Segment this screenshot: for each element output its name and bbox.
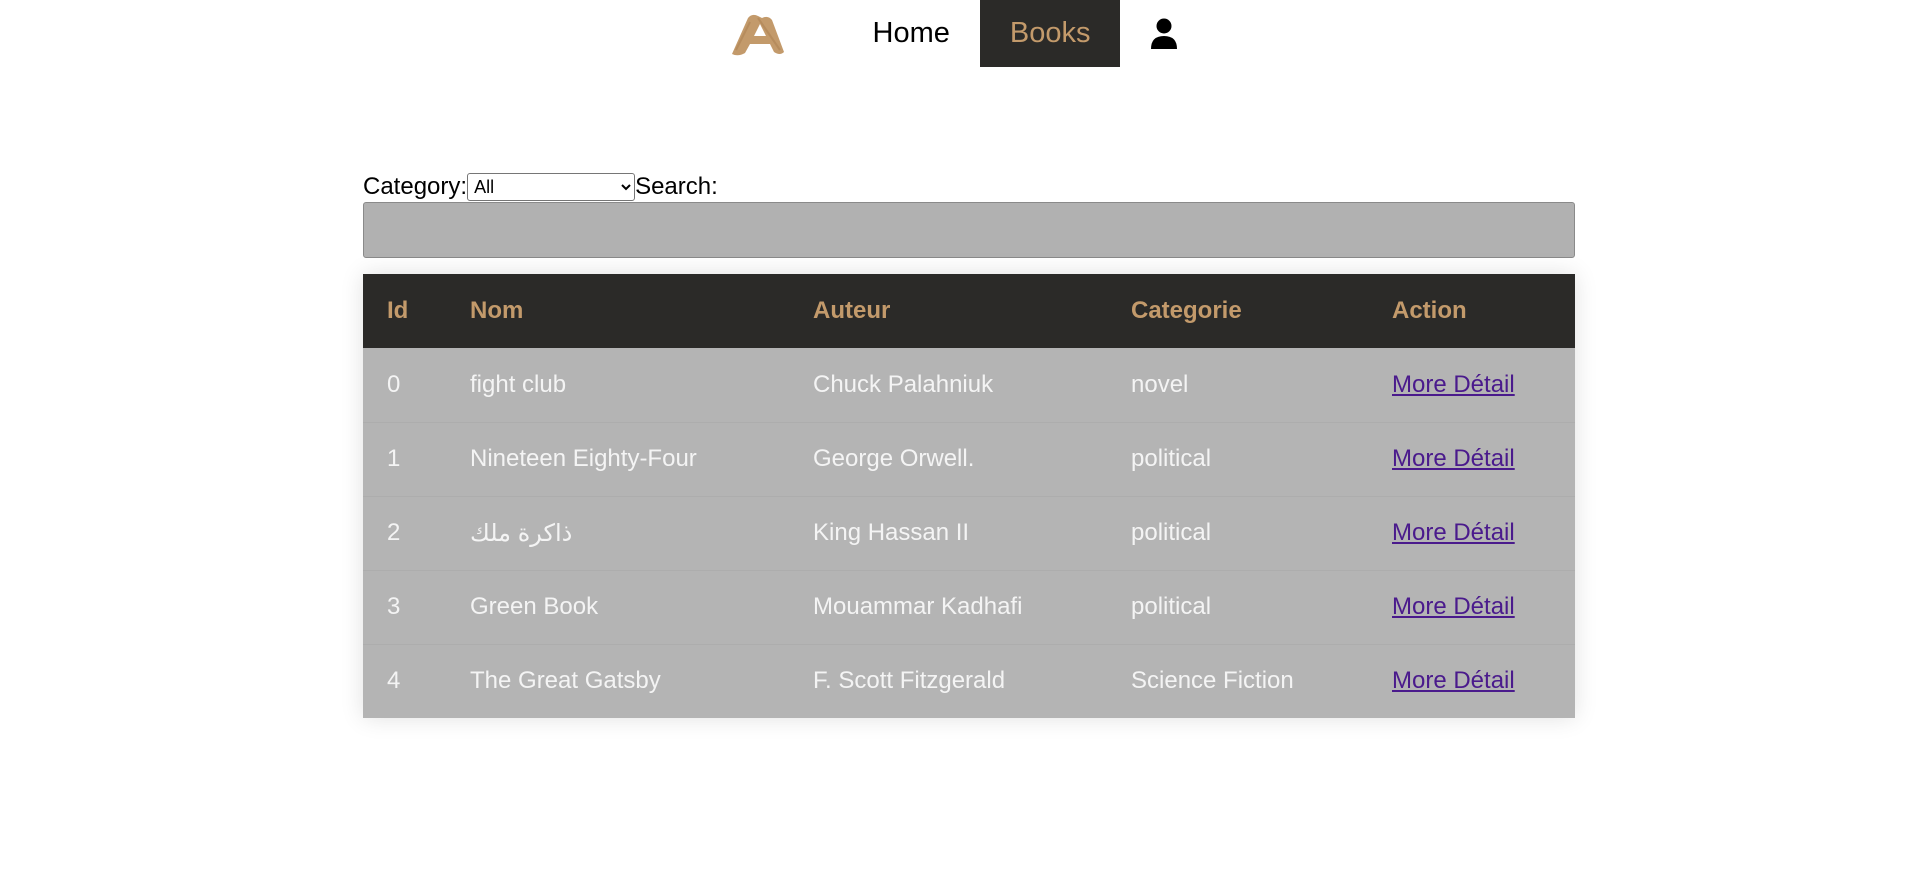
- more-detail-link[interactable]: More Détail: [1392, 519, 1515, 546]
- header-id: Id: [387, 297, 409, 324]
- cell-id: 1: [387, 445, 401, 472]
- cell-categorie: political: [1131, 593, 1212, 620]
- top-navbar: Home Books: [0, 0, 1920, 67]
- cell-action: More Détail: [1368, 422, 1575, 496]
- cell-auteur: Chuck Palahniuk: [813, 370, 994, 398]
- nav-menu: Home Books: [728, 0, 1209, 67]
- cell-auteur: George Orwell.: [813, 445, 975, 472]
- more-detail-link[interactable]: More Détail: [1392, 371, 1515, 398]
- table-row: 3 Green Book Mouammar Kadhafi political …: [363, 570, 1575, 644]
- search-label: Search:: [635, 173, 718, 200]
- cell-auteur: Mouammar Kadhafi: [813, 593, 1023, 620]
- cell-action: More Détail: [1368, 348, 1575, 422]
- cell-action: More Détail: [1368, 644, 1575, 718]
- header-categorie: Categorie: [1131, 297, 1242, 324]
- header-nom: Nom: [470, 297, 524, 324]
- cell-auteur: F. Scott Fitzgerald: [813, 667, 1006, 695]
- nav-books-link[interactable]: Books: [979, 0, 1121, 67]
- nav-home-link[interactable]: Home: [843, 0, 980, 67]
- user-icon[interactable]: [1120, 0, 1208, 67]
- cell-nom: ذاكرة ملك: [470, 519, 573, 547]
- cell-auteur: King Hassan II: [813, 519, 970, 546]
- more-detail-link[interactable]: More Détail: [1392, 445, 1515, 472]
- table-row: 2 ذاكرة ملك King Hassan II political Mor…: [363, 496, 1575, 570]
- cell-id: 3: [387, 593, 401, 620]
- cell-nom: The Great Gatsby: [470, 667, 661, 695]
- cell-id: 2: [387, 519, 401, 546]
- search-input[interactable]: [363, 202, 1575, 258]
- category-label: Category:: [363, 173, 468, 200]
- filter-controls: Category: All Search:: [363, 172, 1575, 258]
- cell-categorie: Science Fiction: [1131, 667, 1294, 695]
- more-detail-link[interactable]: More Détail: [1392, 593, 1515, 620]
- cell-nom: Green Book: [470, 593, 599, 620]
- cell-id: 0: [387, 370, 401, 398]
- table-header: Id Nom Auteur Categorie Action: [363, 274, 1575, 348]
- books-table-container: Id Nom Auteur Categorie Action 0 fight c…: [363, 274, 1575, 718]
- books-table: Id Nom Auteur Categorie Action 0 fight c…: [363, 274, 1575, 718]
- table-body: 0 fight club Chuck Palahniuk novel More …: [363, 348, 1575, 718]
- cell-action: More Détail: [1368, 570, 1575, 644]
- header-auteur: Auteur: [813, 297, 891, 324]
- cell-categorie: political: [1131, 445, 1212, 472]
- cell-nom: fight club: [470, 370, 567, 398]
- table-row: 1 Nineteen Eighty-Four George Orwell. po…: [363, 422, 1575, 496]
- table-header-row: Id Nom Auteur Categorie Action: [363, 274, 1575, 348]
- cell-action: More Détail: [1368, 496, 1575, 570]
- cell-nom: Nineteen Eighty-Four: [470, 445, 697, 472]
- filter-row: Category: All Search:: [363, 172, 1575, 202]
- cell-categorie: political: [1131, 519, 1212, 546]
- brand-a-logo[interactable]: [728, 0, 788, 67]
- category-select[interactable]: All: [467, 173, 636, 201]
- table-row: 4 The Great Gatsby F. Scott Fitzgerald S…: [363, 644, 1575, 718]
- header-action: Action: [1392, 297, 1467, 324]
- cell-categorie: novel: [1131, 370, 1189, 398]
- cell-id: 4: [387, 667, 401, 695]
- more-detail-link[interactable]: More Détail: [1392, 667, 1515, 694]
- table-row: 0 fight club Chuck Palahniuk novel More …: [363, 348, 1575, 422]
